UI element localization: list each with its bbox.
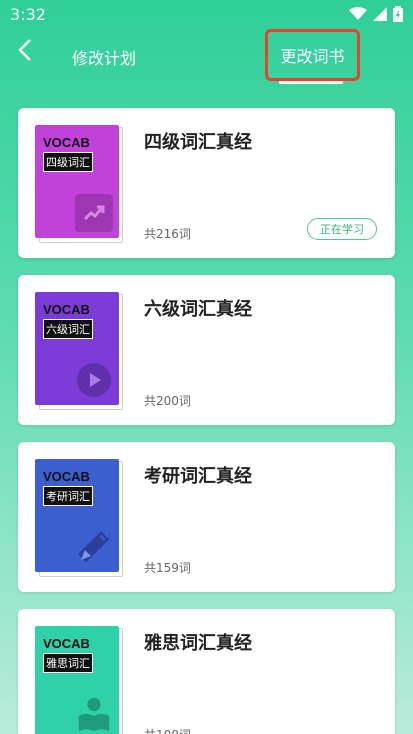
book-card[interactable]: VOCAB 雅思词汇 雅思词汇真经 共100词 [18, 609, 395, 734]
status-icons [349, 6, 403, 22]
cover-tag: 四级词汇 [43, 152, 93, 172]
book-cover: VOCAB 考研词汇 [35, 459, 123, 577]
book-card[interactable]: VOCAB 四级词汇 四级词汇真经 共216词 正在学习 [18, 108, 395, 258]
cover-tag: 考研词汇 [43, 486, 93, 506]
cover-tag: 雅思词汇 [43, 653, 93, 673]
tab-indicator [279, 81, 343, 84]
cover-vocab: VOCAB [43, 469, 90, 484]
change-book-button[interactable]: 更改词书 [265, 29, 360, 81]
status-bar: 3:32 [0, 0, 413, 28]
signal-icon [373, 7, 387, 21]
cover-panel: VOCAB 考研词汇 [35, 459, 119, 572]
book-name: 六级词汇真经 [144, 299, 252, 320]
cover-panel: VOCAB 六级词汇 [35, 292, 119, 405]
cover-panel: VOCAB 雅思词汇 [35, 626, 119, 734]
status-badge: 正在学习 [307, 218, 377, 240]
wifi-icon [349, 7, 367, 20]
book-card[interactable]: VOCAB 六级词汇 六级词汇真经 共200词 [18, 275, 395, 425]
reader-icon [75, 695, 113, 733]
book-cover: VOCAB 六级词汇 [35, 292, 123, 410]
play-icon [75, 361, 113, 399]
book-cover: VOCAB 四级词汇 [35, 125, 123, 243]
top-bar: 修改计划 更改词书 [0, 28, 413, 84]
book-name: 考研词汇真经 [144, 466, 252, 487]
word-count: 共216词 [144, 227, 191, 241]
cover-vocab: VOCAB [43, 302, 90, 317]
status-time: 3:32 [10, 5, 46, 24]
book-name: 雅思词汇真经 [144, 633, 252, 654]
cover-panel: VOCAB 四级词汇 [35, 125, 119, 238]
page-title: 修改计划 [72, 49, 137, 68]
change-book-label: 更改词书 [280, 47, 345, 66]
book-cover: VOCAB 雅思词汇 [35, 626, 123, 734]
battery-icon [393, 6, 403, 22]
book-card[interactable]: VOCAB 考研词汇 考研词汇真经 共159词 [18, 442, 395, 592]
cover-vocab: VOCAB [43, 135, 90, 150]
back-button[interactable] [14, 38, 38, 62]
cover-vocab: VOCAB [43, 636, 90, 651]
pencil-ruler-icon [75, 528, 113, 566]
word-count: 共200词 [144, 394, 191, 408]
book-name: 四级词汇真经 [144, 132, 252, 153]
word-count: 共100词 [144, 726, 191, 734]
word-count: 共159词 [144, 561, 191, 575]
cover-tag: 六级词汇 [43, 319, 93, 339]
chart-up-icon [75, 194, 113, 232]
chevron-left-icon [18, 39, 31, 61]
